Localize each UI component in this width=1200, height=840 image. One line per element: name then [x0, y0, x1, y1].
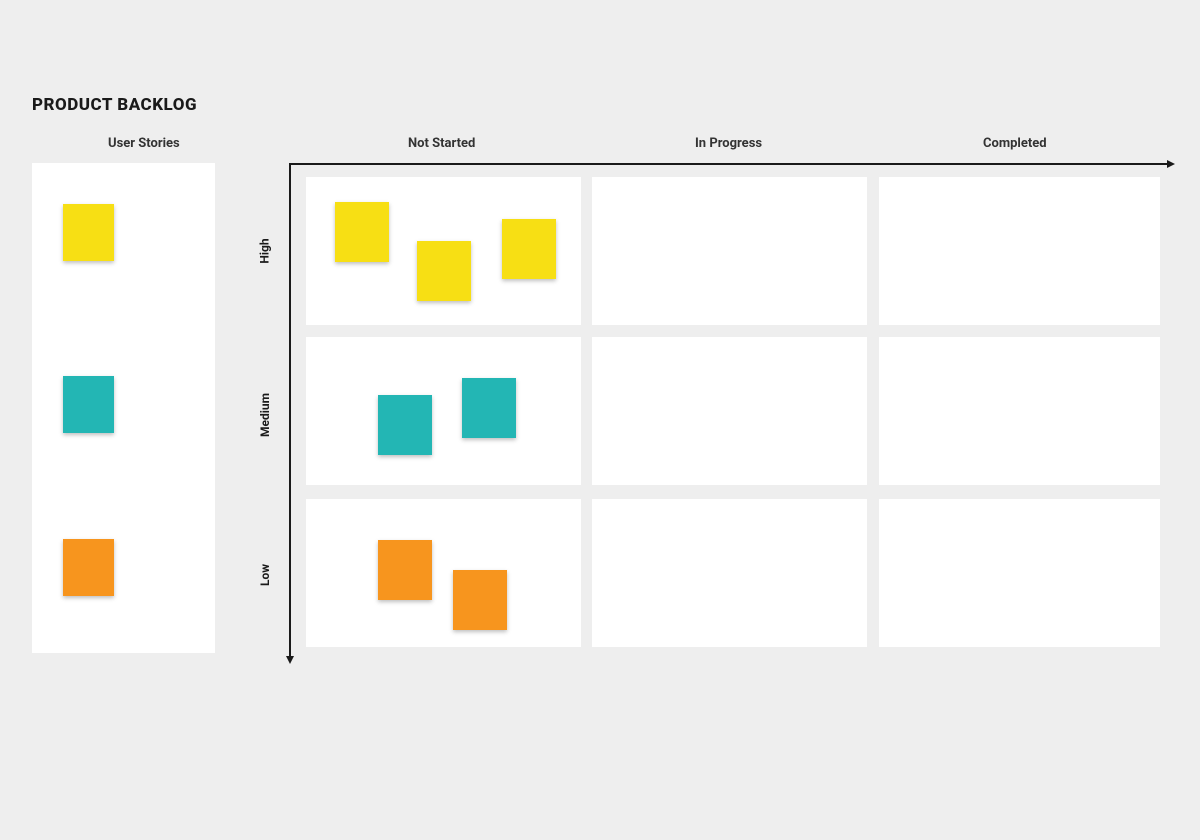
sticky-note-yellow[interactable]	[502, 219, 556, 279]
cell-high-completed[interactable]	[879, 177, 1160, 325]
page-title: PRODUCT BACKLOG	[32, 95, 197, 115]
cell-high-in-progress[interactable]	[592, 177, 867, 325]
arrow-down-icon	[286, 656, 294, 664]
column-header-in-progress: In Progress	[695, 136, 762, 151]
cell-low-in-progress[interactable]	[592, 499, 867, 647]
sticky-note-orange[interactable]	[453, 570, 507, 630]
row-label-low: Low	[258, 564, 272, 586]
sticky-note-teal[interactable]	[63, 376, 114, 433]
arrow-right-icon	[1167, 160, 1175, 168]
sticky-note-yellow[interactable]	[335, 202, 389, 262]
cell-low-not-started[interactable]	[306, 499, 581, 647]
row-label-high: High	[258, 238, 272, 263]
column-header-completed: Completed	[983, 136, 1047, 151]
sticky-note-teal[interactable]	[378, 395, 432, 455]
column-header-user-stories: User Stories	[108, 136, 180, 151]
sticky-note-yellow[interactable]	[63, 204, 114, 261]
cell-medium-in-progress[interactable]	[592, 337, 867, 485]
cell-low-completed[interactable]	[879, 499, 1160, 647]
column-header-not-started: Not Started	[408, 136, 475, 151]
sticky-note-orange[interactable]	[378, 540, 432, 600]
vertical-axis	[289, 163, 291, 658]
horizontal-axis	[289, 163, 1169, 165]
sticky-note-yellow[interactable]	[417, 241, 471, 301]
row-label-medium: Medium	[258, 393, 272, 437]
user-stories-panel	[32, 163, 215, 653]
cell-medium-not-started[interactable]	[306, 337, 581, 485]
sticky-note-teal[interactable]	[462, 378, 516, 438]
sticky-note-orange[interactable]	[63, 539, 114, 596]
cell-medium-completed[interactable]	[879, 337, 1160, 485]
cell-high-not-started[interactable]	[306, 177, 581, 325]
